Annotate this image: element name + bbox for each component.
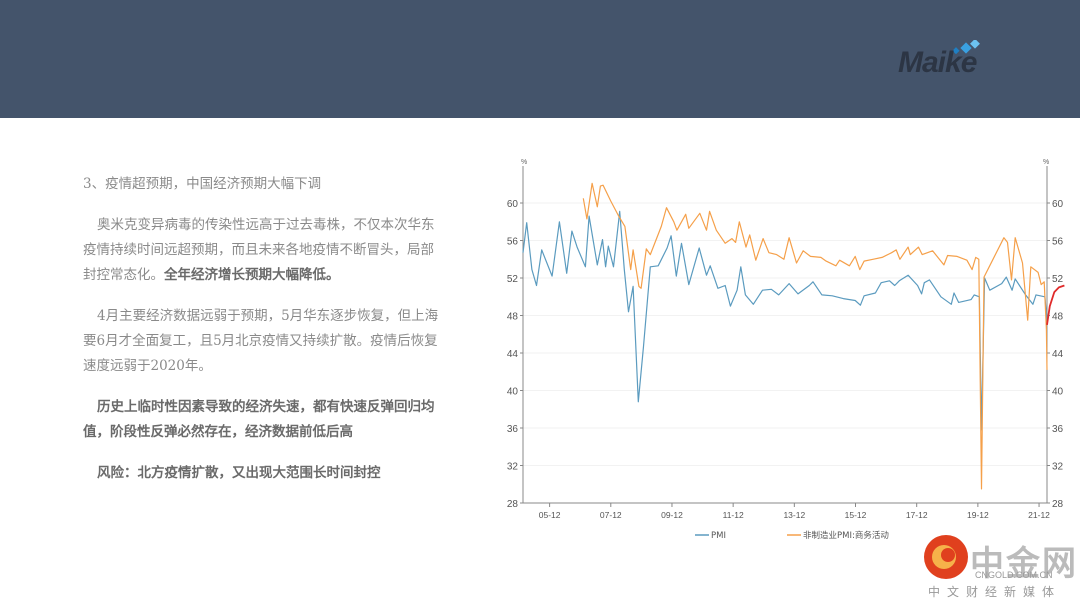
y-tick-label-right: 28 — [1052, 499, 1064, 510]
x-tick-label: 05-12 — [539, 510, 561, 520]
y-tick-label-right: 36 — [1052, 424, 1064, 435]
y-unit-right: % — [1043, 159, 1049, 166]
y-tick-label-left: 56 — [507, 237, 519, 248]
series-line-1 — [582, 182, 1048, 490]
y-tick-label-right: 52 — [1052, 274, 1064, 285]
cngold-logo-icon — [924, 535, 968, 579]
y-tick-label-left: 36 — [507, 424, 519, 435]
x-tick-label: 21-12 — [1028, 510, 1050, 520]
y-tick-label-right: 40 — [1052, 387, 1064, 398]
y-tick-label-left: 60 — [507, 199, 519, 210]
x-tick-label: 09-12 — [661, 510, 683, 520]
y-tick-label-right: 60 — [1052, 199, 1064, 210]
series-line-0 — [522, 210, 1048, 431]
x-tick-label: 17-12 — [906, 510, 928, 520]
x-tick-label: 13-12 — [783, 510, 805, 520]
legend-label: PMI — [711, 531, 726, 541]
watermark-tagline: 中文财经新媒体 — [928, 585, 1062, 599]
x-tick-label: 07-12 — [600, 510, 622, 520]
y-tick-label-left: 52 — [507, 274, 519, 285]
x-tick-label: 11-12 — [723, 510, 744, 520]
y-tick-label-right: 44 — [1052, 349, 1064, 360]
x-tick-label: 19-12 — [967, 510, 989, 520]
y-tick-label-right: 48 — [1052, 312, 1064, 323]
y-tick-label-left: 28 — [507, 499, 519, 510]
pmi-chart: % % 28 28 32 32 36 36 40 40 44 44 48 48 52 52 56 56 60 60 05… — [507, 159, 1065, 541]
x-tick-label: 15-12 — [845, 510, 867, 520]
y-tick-label-left: 44 — [507, 349, 519, 360]
y-tick-label-right: 56 — [1052, 237, 1064, 248]
y-tick-label-left: 48 — [507, 312, 519, 323]
y-unit-left: % — [521, 159, 527, 166]
y-tick-label-left: 32 — [507, 462, 519, 473]
y-tick-label-left: 40 — [507, 387, 519, 398]
watermark-domain: CNGOLD.COM.CN — [975, 570, 1053, 580]
legend-label: 非制造业PMI:商务活动 — [803, 530, 889, 541]
y-tick-label-right: 32 — [1052, 462, 1064, 473]
